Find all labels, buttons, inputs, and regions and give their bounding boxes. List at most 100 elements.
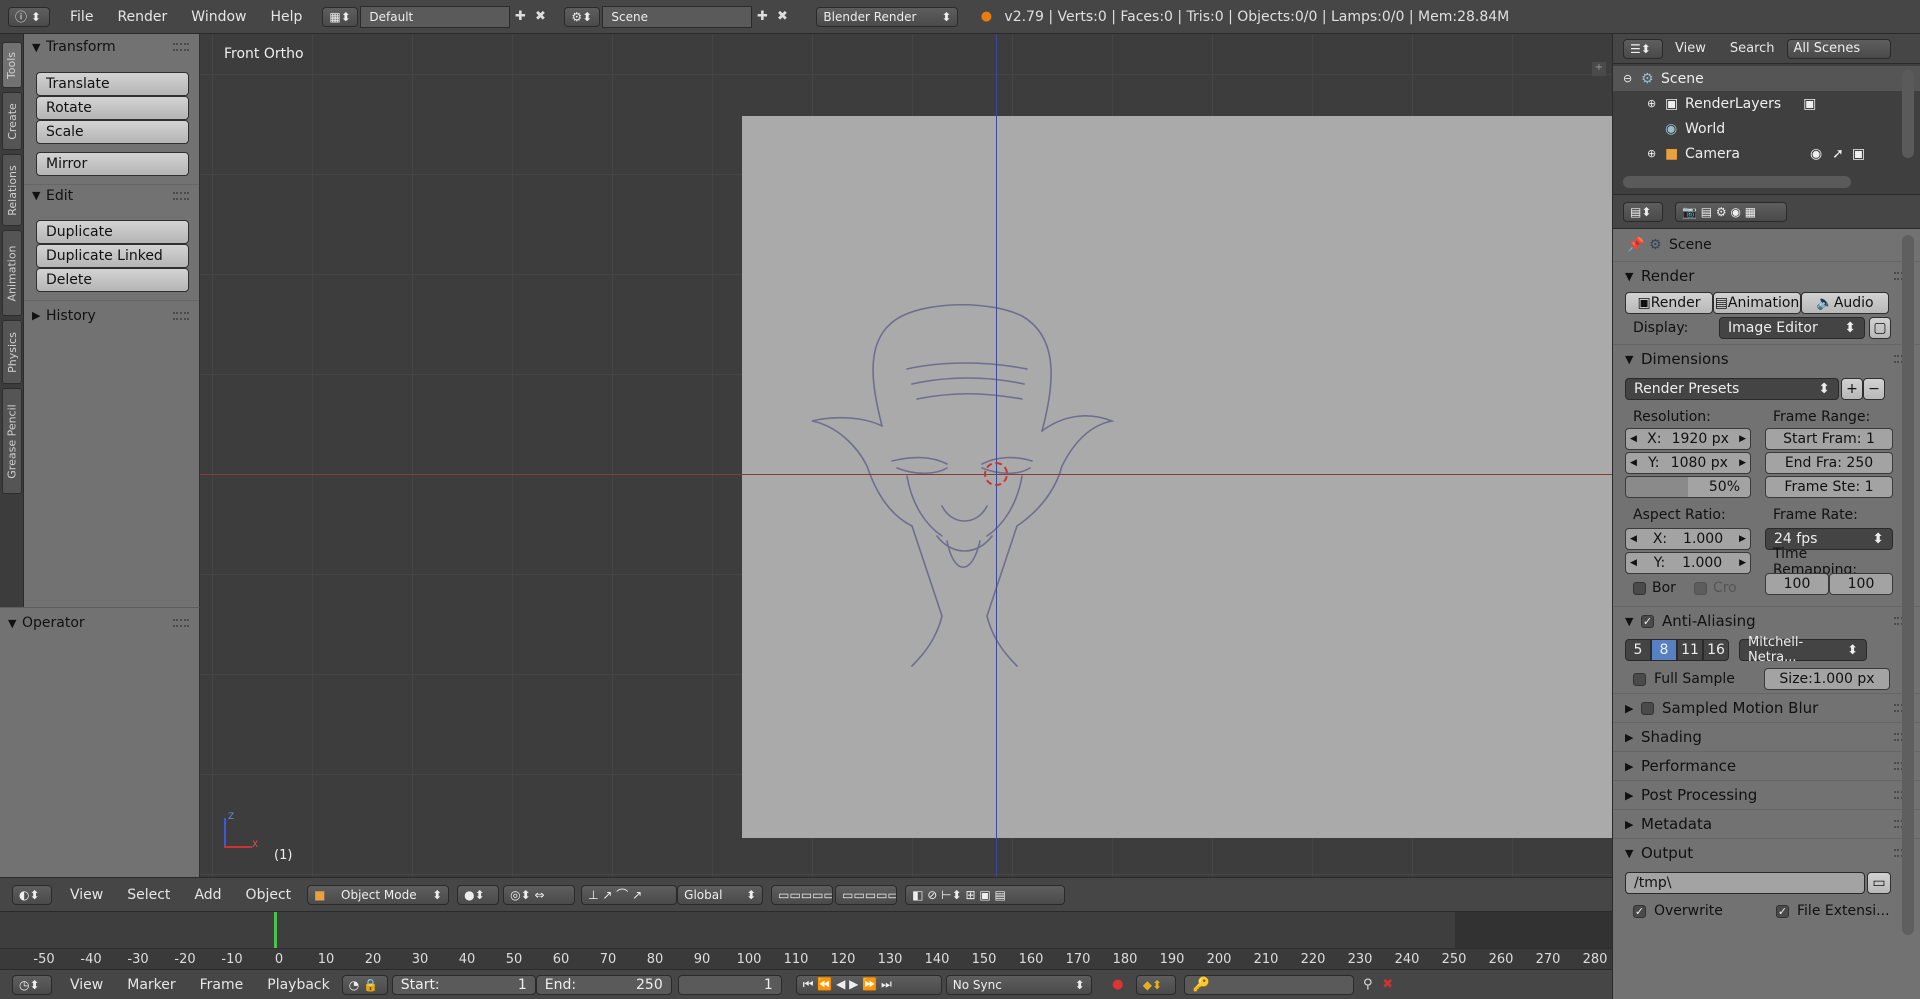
pin-icon[interactable]: 📌 (1627, 237, 1649, 253)
aspect-y-field[interactable]: ◀ Y: 1.000 ▶ (1625, 552, 1751, 574)
tab-grease-pencil[interactable]: Grease Pencil (2, 388, 22, 494)
border-checkbox[interactable] (1633, 581, 1646, 595)
editor-type-button[interactable]: ◷⬍ (12, 974, 52, 995)
frame-step-field[interactable]: Frame Ste: 1 (1765, 476, 1893, 498)
tab-animation[interactable]: Animation (2, 230, 22, 316)
snap-and-render-buttons[interactable]: ◧ ⊘ ⊢⬍ ⊞ ▣ ▤ (905, 884, 1066, 905)
render-image-button[interactable]: ▣ Render (1625, 291, 1713, 314)
crop-checkbox[interactable] (1693, 581, 1707, 595)
performance-section-header[interactable]: ▶ Performance (1613, 751, 1920, 780)
keyframe-type-dropdown[interactable]: ◆⬍ (1135, 974, 1176, 995)
file-extension-checkbox[interactable]: ✓ (1776, 904, 1789, 918)
menu-add[interactable]: Add (182, 887, 233, 903)
resolution-x-field[interactable]: ◀ X: 1920 px ▶ (1625, 428, 1751, 450)
aa-filter-dropdown[interactable]: Mitchell-Netra... ⬍ (1739, 635, 1867, 665)
motion-blur-checkbox[interactable] (1641, 701, 1654, 715)
tab-physics[interactable]: Physics (2, 320, 22, 384)
add-scene-icon[interactable]: ✚ (752, 7, 772, 27)
aa-sample-8[interactable]: 8 (1651, 639, 1677, 661)
editor-type-button[interactable]: ⓘ ⬍ (8, 6, 50, 27)
sync-mode-dropdown[interactable]: No Sync ⬍ (945, 974, 1092, 995)
pivot-dropdown[interactable]: ◎⬍ ⇔ (503, 884, 576, 905)
delete-button[interactable]: Delete (36, 268, 189, 292)
start-frame-field[interactable]: Start: 1 (391, 974, 536, 995)
visibility-eye-icon[interactable]: ◉ (1810, 146, 1822, 162)
display-dropdown[interactable]: Image Editor ⬍ (1719, 316, 1865, 339)
outliner-item-scene[interactable]: ⊖ ⚙ Scene (1613, 66, 1920, 91)
panel-grip-icon[interactable] (173, 311, 189, 320)
duplicate-linked-button[interactable]: Duplicate Linked (36, 244, 189, 268)
overwrite-checkbox[interactable]: ✓ (1633, 904, 1646, 918)
3d-viewport[interactable]: Front Ortho (1) Z X + (200, 34, 1612, 877)
duplicate-button[interactable]: Duplicate (36, 220, 189, 244)
metadata-section-header[interactable]: ▶ Metadata (1613, 809, 1920, 838)
resolution-y-field[interactable]: ◀ Y: 1080 px ▶ (1625, 452, 1751, 474)
menu-view[interactable]: View (58, 887, 115, 903)
render-audio-button[interactable]: 🔈 Audio (1801, 291, 1889, 314)
3d-cursor-icon[interactable] (984, 462, 1008, 486)
remap-old-field[interactable]: 100 (1765, 573, 1829, 595)
post-processing-section-header[interactable]: ▶ Post Processing (1613, 780, 1920, 809)
remove-preset-icon[interactable]: − (1863, 378, 1885, 400)
editor-type-button[interactable]: ▤⬍ (1623, 201, 1663, 222)
shading-dropdown[interactable]: ●⬍ (457, 884, 500, 905)
menu-marker[interactable]: Marker (115, 977, 187, 993)
delete-layout-icon[interactable]: ✖ (530, 7, 550, 27)
tab-create[interactable]: Create (2, 92, 22, 150)
menu-view[interactable]: View (58, 977, 115, 993)
render-section-header[interactable]: ▼ Render (1613, 261, 1920, 290)
outliner-horizontal-scrollbar[interactable] (1623, 176, 1851, 188)
menu-object[interactable]: Object (234, 887, 304, 903)
outliner-item-renderlayers[interactable]: ⊕ ▣ RenderLayers ▣ (1613, 91, 1920, 116)
menu-help[interactable]: Help (258, 9, 314, 25)
anti-aliasing-checkbox[interactable]: ✓ (1641, 614, 1654, 628)
history-panel-header[interactable]: ▶ History (24, 300, 199, 330)
render-camera-icon[interactable]: ▣ (1852, 146, 1865, 162)
rotate-button[interactable]: Rotate (36, 96, 189, 120)
render-engine-dropdown[interactable]: Blender Render ⬍ (816, 6, 959, 27)
panel-grip-icon[interactable] (173, 191, 189, 200)
menu-render[interactable]: Render (105, 9, 179, 25)
remap-new-field[interactable]: 100 (1829, 573, 1893, 595)
editor-type-button[interactable]: ◐⬍ (12, 884, 52, 905)
region-toggle-icon[interactable]: + (1592, 62, 1606, 76)
current-frame-field[interactable]: 1 (677, 974, 782, 995)
outliner-item-camera[interactable]: ⊕ ■ Camera ◉ ➚ ▣ (1613, 141, 1920, 166)
mirror-button[interactable]: Mirror (36, 152, 189, 176)
menu-select[interactable]: Select (115, 887, 182, 903)
aa-sample-5[interactable]: 5 (1625, 639, 1651, 661)
outliner-item-world[interactable]: ◉ World (1613, 116, 1920, 141)
sampled-motion-blur-section-header[interactable]: ▶ Sampled Motion Blur (1613, 693, 1920, 722)
folder-icon[interactable]: ▭ (1867, 872, 1891, 894)
delete-keyframe-icon[interactable]: ✖ (1378, 975, 1398, 995)
add-preset-icon[interactable]: + (1841, 378, 1863, 400)
edit-panel-header[interactable]: ▼ Edit (24, 184, 199, 206)
menu-view[interactable]: View (1663, 41, 1718, 56)
start-frame-field[interactable]: Start Fram: 1 (1765, 428, 1893, 450)
filter-size-field[interactable]: Size:1.000 px (1764, 668, 1890, 690)
interaction-mode-dropdown[interactable]: ■ Object Mode ⬍ (307, 884, 450, 905)
output-section-header[interactable]: ▼ Output (1613, 838, 1920, 867)
render-presets-dropdown[interactable]: Render Presets ⬍ (1625, 378, 1839, 400)
keying-set-field[interactable]: 🔑 (1183, 974, 1354, 995)
outliner-vertical-scrollbar[interactable] (1902, 70, 1914, 158)
menu-file[interactable]: File (58, 9, 105, 25)
render-layer-toggle-icon[interactable]: ▣ (1803, 96, 1816, 112)
aa-sample-11[interactable]: 11 (1677, 639, 1703, 661)
menu-frame[interactable]: Frame (188, 977, 256, 993)
scene-icon-button[interactable]: ⚙⬍ (564, 6, 601, 27)
display-mode-dropdown[interactable]: All Scenes (1786, 38, 1891, 59)
end-frame-field[interactable]: End: 250 (535, 974, 672, 995)
insert-keyframe-icon[interactable]: ⚲ (1358, 975, 1378, 995)
panel-grip-icon[interactable] (173, 43, 189, 51)
end-frame-field[interactable]: End Fra: 250 (1765, 452, 1893, 474)
operator-panel-header[interactable]: ▼ Operator (0, 608, 199, 638)
editor-type-button[interactable]: ☰⬍ (1623, 38, 1663, 59)
manipulator-buttons[interactable]: ⊥ ↗ ⌒ ↗ (581, 884, 678, 905)
properties-scrollbar[interactable] (1902, 235, 1914, 935)
scale-button[interactable]: Scale (36, 120, 189, 144)
tab-tools[interactable]: Tools (2, 42, 22, 88)
record-icon[interactable]: ● (1108, 975, 1128, 995)
add-layout-icon[interactable]: ✚ (510, 7, 530, 27)
menu-search[interactable]: Search (1718, 41, 1787, 56)
